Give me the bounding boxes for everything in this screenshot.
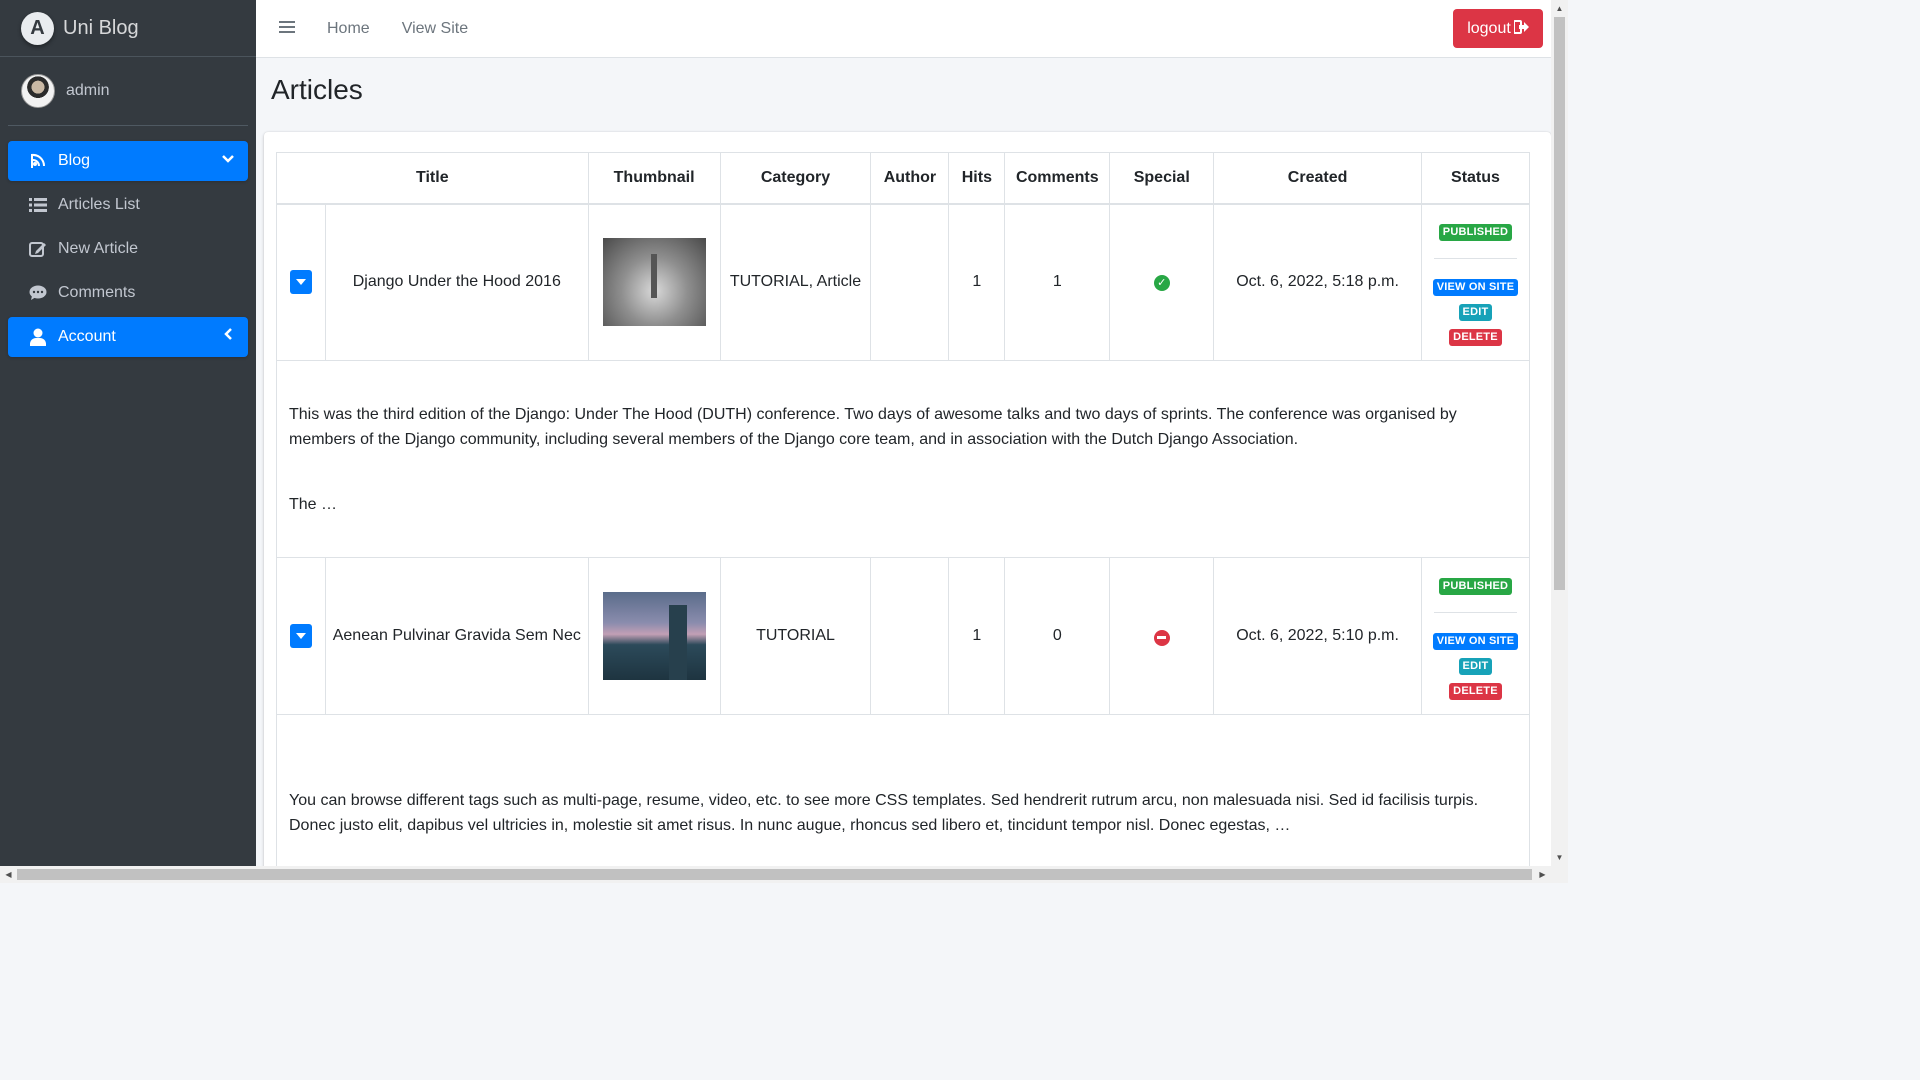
- comment-icon: [27, 285, 49, 301]
- caret-down-icon: [295, 279, 306, 286]
- column-header-thumbnail[interactable]: Thumbnail: [587, 152, 721, 205]
- article-hits: 1: [948, 557, 1006, 715]
- logout-label: logout: [1467, 19, 1511, 37]
- article-description: You can browse different tags such as mu…: [276, 714, 1530, 872]
- caret-down-icon: [295, 633, 306, 639]
- top-navbar: Home View Site logout: [256, 0, 1551, 58]
- article-comments: 1: [1004, 203, 1111, 361]
- vertical-scrollbar-thumb[interactable]: [1554, 17, 1565, 590]
- sidebar-item-articles-list[interactable]: Articles List: [8, 185, 248, 225]
- sidebar-item-account[interactable]: Account: [8, 317, 248, 357]
- edit-button[interactable]: EDIT: [1458, 303, 1493, 321]
- status-cell: PUBLISHED VIEW ON SITE EDIT DELETE: [1420, 557, 1531, 715]
- brand-logo: A: [21, 11, 54, 45]
- list-icon: [27, 197, 49, 213]
- article-category: TUTORIAL: [719, 557, 872, 715]
- table-row: Django Under the Hood 2016 TUTORIAL, Art…: [276, 203, 1531, 361]
- horizontal-scrollbar-thumb[interactable]: [17, 869, 1532, 880]
- special-cell: [1109, 557, 1215, 715]
- expand-cell: [276, 557, 326, 715]
- table-detail-row: This was the third edition of the Django…: [276, 360, 1530, 558]
- description-paragraph: The …: [289, 495, 338, 513]
- column-header-created[interactable]: Created: [1213, 152, 1422, 205]
- column-header-comments[interactable]: Comments: [1004, 152, 1111, 205]
- special-cell: ✓: [1109, 203, 1215, 361]
- expand-toggle-button[interactable]: [289, 624, 312, 648]
- page-title: Articles: [271, 74, 363, 105]
- user-name[interactable]: admin: [66, 82, 110, 100]
- view-on-site-button[interactable]: VIEW ON SITE: [1432, 632, 1519, 650]
- article-title[interactable]: Django Under the Hood 2016: [324, 203, 589, 361]
- sidebar-item-label: Articles List: [58, 196, 140, 213]
- column-header-title[interactable]: Title: [276, 152, 589, 205]
- column-header-category[interactable]: Category: [719, 152, 872, 205]
- articles-card: Title Thumbnail Category Author Hits Com…: [264, 132, 1551, 872]
- scroll-up-arrow-icon[interactable]: ▲: [1551, 0, 1568, 17]
- chevron-down-icon: [222, 152, 234, 167]
- description-paragraph: This was the third edition of the Django…: [289, 405, 1457, 448]
- status-cell: PUBLISHED VIEW ON SITE EDIT DELETE: [1420, 203, 1531, 361]
- scroll-left-arrow-icon[interactable]: ◀: [0, 866, 17, 883]
- article-author: [870, 203, 950, 361]
- check-circle-icon: ✓: [1153, 274, 1170, 291]
- edit-button[interactable]: EDIT: [1458, 657, 1493, 675]
- brand-name: Uni Blog: [63, 16, 139, 39]
- expand-toggle-button[interactable]: [289, 270, 312, 295]
- table-detail-row: You can browse different tags such as mu…: [276, 714, 1530, 872]
- article-comments: 0: [1004, 557, 1111, 715]
- user-panel[interactable]: admin: [8, 57, 248, 126]
- article-description: This was the third edition of the Django…: [276, 360, 1530, 558]
- nav-link-view-site[interactable]: View Site: [402, 20, 468, 38]
- minus-circle-icon: [1153, 629, 1170, 646]
- table-header-row: Title Thumbnail Category Author Hits Com…: [276, 152, 1531, 205]
- sidebar-nav: Blog Articles List New Article Comments: [0, 126, 256, 357]
- user-icon: [27, 328, 49, 346]
- sidebar-item-blog[interactable]: Blog: [8, 141, 248, 181]
- delete-button[interactable]: DELETE: [1449, 682, 1502, 700]
- view-on-site-button[interactable]: VIEW ON SITE: [1432, 278, 1519, 296]
- brand-link[interactable]: A Uni Blog: [0, 0, 256, 57]
- table-row: Aenean Pulvinar Gravida Sem Nec TUTORIAL…: [276, 557, 1531, 715]
- article-title[interactable]: Aenean Pulvinar Gravida Sem Nec: [324, 557, 589, 715]
- column-header-status[interactable]: Status: [1420, 152, 1531, 205]
- column-header-special[interactable]: Special: [1109, 152, 1215, 205]
- sidebar-item-label: New Article: [58, 240, 139, 257]
- sidebar-item-label: Blog: [58, 152, 91, 169]
- delete-button[interactable]: DELETE: [1449, 328, 1502, 346]
- edit-icon: [27, 240, 49, 258]
- hamburger-menu-icon[interactable]: [279, 18, 295, 39]
- article-created: Oct. 6, 2022, 5:18 p.m.: [1213, 203, 1422, 361]
- column-header-author[interactable]: Author: [870, 152, 950, 205]
- avatar: [21, 74, 55, 108]
- article-created: Oct. 6, 2022, 5:10 p.m.: [1213, 557, 1422, 715]
- status-badge: PUBLISHED: [1438, 223, 1513, 241]
- sidebar-item-label: Account: [58, 328, 116, 345]
- article-thumbnail: [602, 592, 706, 680]
- article-category: TUTORIAL, Article: [719, 203, 872, 361]
- article-author: [870, 557, 950, 715]
- scroll-down-arrow-icon[interactable]: ▼: [1551, 849, 1568, 866]
- sidebar: A Uni Blog admin Blog Articles List New: [0, 0, 256, 866]
- description-paragraph: You can browse different tags such as mu…: [289, 792, 1479, 834]
- expand-cell: [276, 203, 326, 361]
- sidebar-item-new-article[interactable]: New Article: [8, 229, 248, 269]
- scroll-right-arrow-icon[interactable]: ▶: [1534, 866, 1551, 883]
- nav-link-home[interactable]: Home: [327, 20, 370, 38]
- vertical-scrollbar[interactable]: ▲ ▼: [1551, 0, 1568, 866]
- articles-table: Title Thumbnail Category Author Hits Com…: [276, 152, 1531, 872]
- column-header-hits[interactable]: Hits: [948, 152, 1006, 205]
- blog-icon: [27, 152, 49, 170]
- article-thumbnail: [602, 238, 706, 327]
- chevron-left-icon: [224, 328, 234, 343]
- status-badge: PUBLISHED: [1438, 577, 1513, 595]
- horizontal-scrollbar[interactable]: ◀ ▶: [0, 866, 1568, 883]
- sidebar-item-label: Comments: [58, 284, 136, 301]
- thumbnail-cell: [587, 557, 721, 715]
- sign-out-icon: [1512, 20, 1529, 37]
- article-hits: 1: [948, 203, 1006, 361]
- logout-button[interactable]: logout: [1453, 9, 1543, 48]
- thumbnail-cell: [587, 203, 721, 361]
- sidebar-item-comments[interactable]: Comments: [8, 273, 248, 313]
